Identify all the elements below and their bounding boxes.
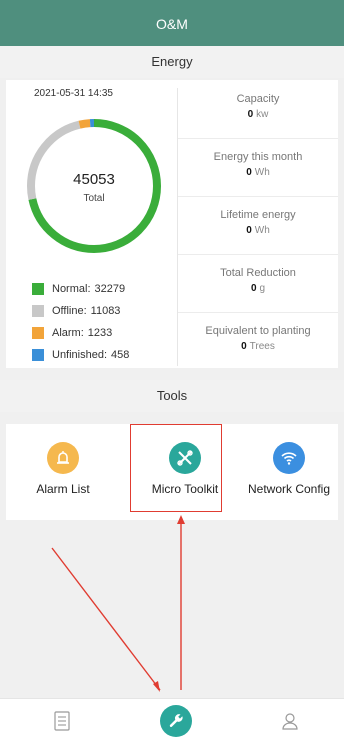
user-icon (282, 713, 298, 730)
annotation-arrow-to-nav (51, 547, 161, 691)
annotation-arrows (51, 515, 185, 692)
bottom-nav-bar (0, 698, 344, 743)
wrench-icon (160, 705, 192, 737)
annotation-arrowhead-toolkit (177, 515, 185, 524)
nav-profile[interactable] (270, 699, 310, 743)
nav-tools[interactable] (156, 699, 196, 743)
nav-reports[interactable] (42, 699, 82, 743)
document-icon (54, 711, 70, 731)
